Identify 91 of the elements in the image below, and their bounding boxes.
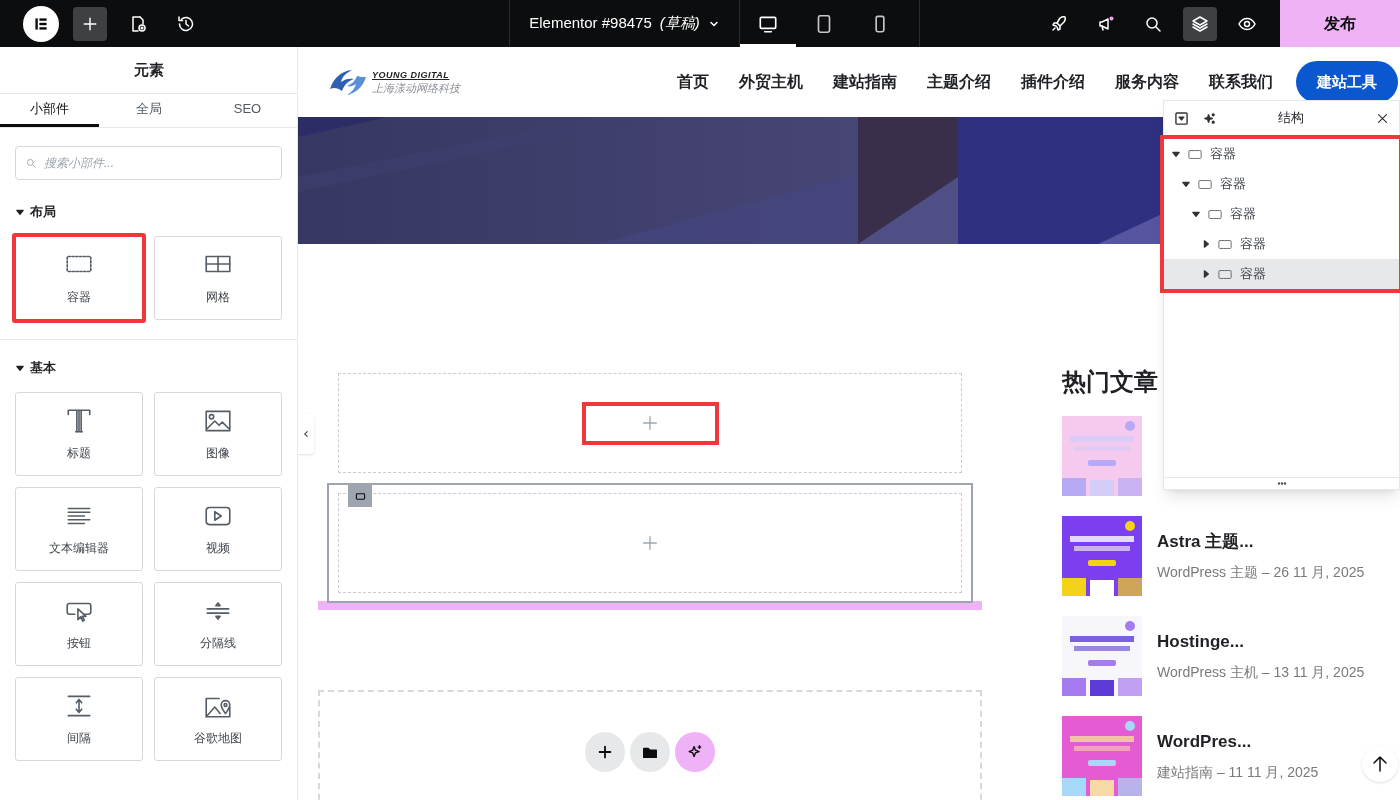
container-handle[interactable]: [348, 485, 372, 507]
post-title[interactable]: WordPres...: [1157, 728, 1319, 755]
caret-icon: [16, 208, 24, 216]
tree-item[interactable]: 容器: [1164, 139, 1399, 169]
widget-label: 图像: [206, 445, 230, 462]
logo-mark-icon: [328, 67, 368, 97]
panel-tab[interactable]: SEO: [198, 94, 297, 127]
widget-label: 按钮: [67, 635, 91, 652]
widget-label: 文本编辑器: [49, 540, 109, 557]
widget-label: 网格: [206, 289, 230, 306]
section-heading: 热门文章: [1062, 367, 1159, 397]
close-button[interactable]: [1375, 111, 1389, 125]
plus-icon: [641, 414, 659, 432]
caret-icon: [1182, 180, 1190, 188]
container-icon: [1218, 238, 1232, 250]
arrow-up-icon: [1370, 754, 1390, 774]
widget-card[interactable]: 网格: [154, 236, 282, 320]
post-meta: WordPress 主题 – 26 11 月, 2025: [1157, 563, 1365, 583]
layers-button[interactable]: [1183, 6, 1217, 41]
template-library-button[interactable]: [630, 732, 670, 772]
caret-icon: [1202, 240, 1210, 248]
rocket-icon: [1049, 13, 1069, 34]
search-icon: [25, 157, 37, 169]
logo-name: YOUNG DIGITAL: [372, 70, 451, 80]
container-icon: [1218, 268, 1232, 280]
heading-icon: [64, 406, 94, 436]
tree-item[interactable]: 容器: [1164, 229, 1399, 259]
nav-link[interactable]: 服务内容: [1115, 70, 1179, 94]
search-field[interactable]: 搜索小部件...: [15, 146, 282, 180]
widget-card[interactable]: 文本编辑器: [15, 487, 143, 571]
widget-card[interactable]: 容器: [12, 233, 146, 323]
close-icon: [1376, 112, 1388, 124]
layers-icon: [1190, 13, 1210, 34]
widget-card[interactable]: 图像: [154, 392, 282, 476]
container-icon: [1208, 208, 1222, 220]
dots-icon: [1276, 482, 1287, 485]
nav-link[interactable]: 联系我们: [1209, 70, 1273, 94]
caret-icon: [1172, 150, 1180, 158]
caret-icon: [1202, 270, 1210, 278]
logo-icon[interactable]: [23, 5, 59, 42]
plus-icon: [596, 743, 614, 761]
nav-link[interactable]: 首页: [677, 70, 709, 94]
widget-label: 谷歌地图: [194, 730, 242, 747]
nav-link[interactable]: 建站指南: [833, 70, 897, 94]
widget-card[interactable]: 谷歌地图: [154, 677, 282, 761]
widget-card[interactable]: 分隔线: [154, 582, 282, 666]
add-section-button[interactable]: [585, 732, 625, 772]
cta-button[interactable]: 建站工具: [1296, 61, 1398, 103]
logo-tagline: 上海漾动网络科技: [372, 82, 460, 94]
plus-icon: [641, 534, 659, 552]
caret-icon: [1192, 210, 1200, 218]
category-header[interactable]: 布局: [0, 200, 297, 224]
empty-container[interactable]: [338, 373, 962, 473]
widget-card[interactable]: 视频: [154, 487, 282, 571]
publish-button[interactable]: 发布: [1280, 0, 1400, 47]
caret-icon: [16, 364, 24, 372]
nav-link[interactable]: 外贸主机: [739, 70, 803, 94]
post-title[interactable]: Astra 主题...: [1157, 528, 1365, 555]
nav-link[interactable]: 主题介绍: [927, 70, 991, 94]
post-meta: 建站指南 – 11 11 月, 2025: [1157, 763, 1319, 783]
tree-item[interactable]: 容器: [1164, 259, 1399, 289]
history-icon: [176, 13, 196, 34]
add-widget-button[interactable]: [581, 401, 719, 445]
tree-item[interactable]: 容器: [1164, 199, 1399, 229]
panel-title: 元素: [0, 47, 297, 94]
tree-item[interactable]: 容器: [1164, 169, 1399, 199]
widget-card[interactable]: 间隔: [15, 677, 143, 761]
container-icon: [1198, 178, 1212, 190]
widget-card[interactable]: 标题: [15, 392, 143, 476]
structure-title: 结构: [1276, 109, 1305, 128]
panel-tab[interactable]: 全局: [99, 94, 198, 127]
add-element-button[interactable]: [73, 6, 107, 41]
collapse-icon: [1174, 111, 1188, 125]
collapse-all-button[interactable]: [1174, 111, 1188, 125]
back-to-top-button[interactable]: [1362, 746, 1398, 782]
widget-label: 容器: [67, 289, 91, 306]
panel-tab[interactable]: 小部件: [0, 94, 99, 127]
widget-card[interactable]: 按钮: [15, 582, 143, 666]
nav-link[interactable]: 插件介绍: [1021, 70, 1085, 94]
post-title[interactable]: Hostinge...: [1157, 628, 1365, 655]
category-header[interactable]: 基本: [0, 356, 297, 380]
widget-label: 标题: [67, 445, 91, 462]
sparkle-icon: [1202, 111, 1216, 125]
ai-button[interactable]: [1202, 111, 1216, 125]
post-meta: WordPress 主机 – 13 11 月, 2025: [1157, 663, 1365, 683]
widget-label: 间隔: [67, 730, 91, 747]
widget-label: 视频: [206, 540, 230, 557]
container-icon: [1188, 148, 1202, 160]
chevron-left-icon: [302, 430, 310, 438]
widget-label: 分隔线: [200, 635, 236, 652]
ai-button[interactable]: [675, 732, 715, 772]
